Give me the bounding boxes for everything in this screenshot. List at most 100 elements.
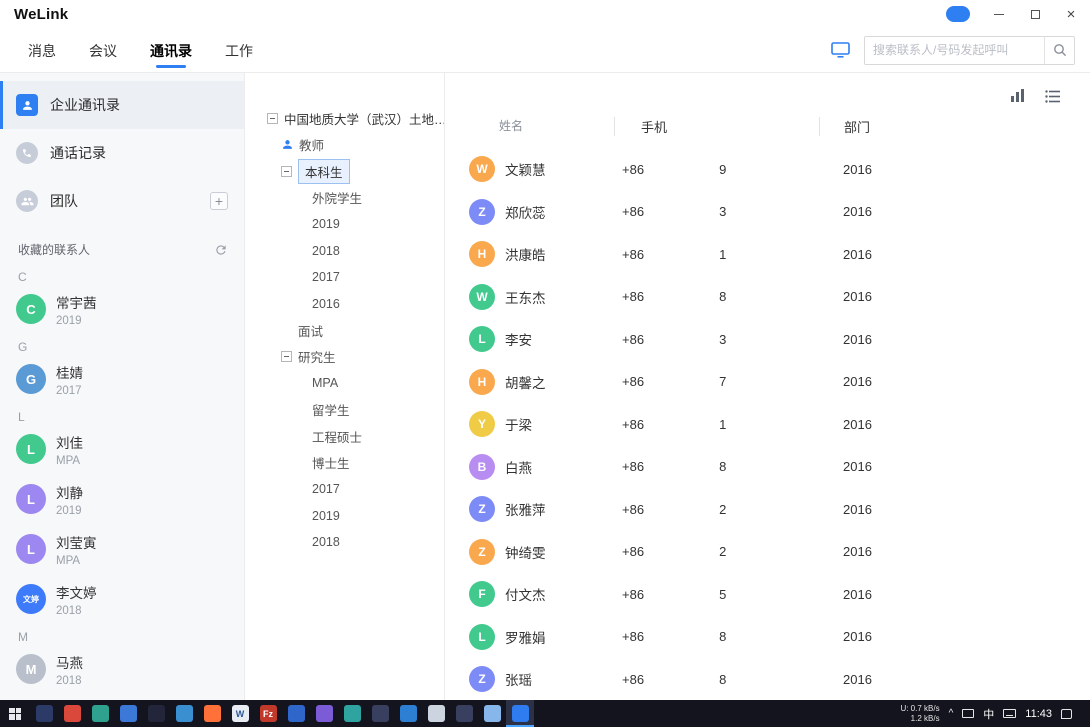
tree-node-teachers[interactable]: 教师 [267,132,444,159]
app-icon [372,705,389,722]
avatar-initial: L [478,630,485,644]
menu-label-enterprise-directory: 企业通讯录 [50,95,120,115]
table-row[interactable]: Y于梁 +861 2016 [457,403,1064,446]
taskbar-app-icon[interactable] [478,700,506,727]
phone-suffix: 7 [719,374,726,389]
taskbar-app-icon[interactable] [58,700,86,727]
network-speed-monitor[interactable]: U: 0.7 kB/s 1.2 kB/s [900,704,939,724]
account-badge[interactable] [946,6,970,22]
table-row[interactable]: B白燕 +868 2016 [457,446,1064,489]
department: 2016 [819,672,1064,687]
tree-node[interactable]: 留学生 [267,397,444,424]
taskbar-app-icon[interactable] [450,700,478,727]
ime-indicator[interactable]: 中 [983,706,994,722]
contact-row[interactable]: L 刘佳 MPA [0,424,244,474]
taskbar-app-icon[interactable] [310,700,338,727]
close-button[interactable]: × [1064,7,1078,21]
phone-suffix: 1 [719,417,726,432]
tree-node[interactable]: 2016 [267,291,444,318]
contact-row[interactable]: 文婷 李文婷 2018 [0,574,244,624]
table-row[interactable]: Z张瑶 +868 2016 [457,658,1064,700]
contact-name: 罗雅娟 [505,627,546,647]
tree-node-undergraduates[interactable]: 本科生 [267,158,444,185]
taskbar-app-icon[interactable] [86,700,114,727]
tray-display-icon[interactable] [962,709,974,718]
tree-node[interactable]: 外院学生 [267,185,444,212]
table-body: W文颖慧 +869 2016 Z郑欣蕊 +863 2016 H洪康皓 +861 … [457,148,1064,700]
collapse-icon[interactable] [267,113,278,124]
contact-row[interactable]: C 常宇茜 2019 [0,284,244,334]
table-row[interactable]: Z郑欣蕊 +863 2016 [457,191,1064,234]
tree-node[interactable]: 工程硕士 [267,423,444,450]
table-row[interactable]: Z钟绮雯 +862 2016 [457,531,1064,574]
action-center-icon[interactable] [1061,709,1072,719]
tree-node[interactable]: 2019 [267,211,444,238]
chart-view-icon[interactable] [1010,89,1025,103]
table-row[interactable]: W文颖慧 +869 2016 [457,148,1064,191]
taskbar-app-icon[interactable] [282,700,310,727]
table-row[interactable]: Z张雅萍 +862 2016 [457,488,1064,531]
phone-prefix: +86 [614,374,644,389]
screen-share-icon[interactable] [831,42,850,59]
contact-row[interactable]: G 桂婧 2017 [0,354,244,404]
tree-node[interactable]: 2017 [267,264,444,291]
sidebar-item-enterprise-directory[interactable]: 企业通讯录 [0,81,244,129]
contact-meta: 李文婷 2018 [56,582,97,617]
taskbar-app-icon[interactable] [338,700,366,727]
clock[interactable]: 11:43 [1025,708,1052,720]
refresh-icon[interactable] [214,243,228,257]
tree-node[interactable]: 2018 [267,238,444,265]
collapse-icon[interactable] [281,166,292,177]
add-team-button[interactable]: + [210,192,228,210]
app-icon [512,705,529,722]
taskbar-app-icon[interactable] [30,700,58,727]
app-icon [120,705,137,722]
collapse-icon[interactable] [281,351,292,362]
start-button[interactable] [0,700,30,727]
contact-name: 钟绮雯 [505,542,546,562]
search-input[interactable] [865,43,1044,57]
tab-meetings[interactable]: 会议 [89,28,117,72]
tree-node[interactable]: MPA [267,370,444,397]
taskbar-app-icon[interactable] [114,700,142,727]
sidebar-item-call-history[interactable]: 通话记录 [0,129,244,177]
tree-node[interactable]: 博士生 [267,450,444,477]
contact-meta: 刘静 2019 [56,482,83,517]
table-row[interactable]: L罗雅娟 +868 2016 [457,616,1064,659]
table-row[interactable]: F付文杰 +865 2016 [457,573,1064,616]
table-row[interactable]: W王东杰 +868 2016 [457,276,1064,319]
taskbar-app-icon[interactable] [170,700,198,727]
tab-work[interactable]: 工作 [225,28,253,72]
tree-node-root[interactable]: 中国地质大学（武汉）土地… [267,105,444,132]
taskbar-welink-icon[interactable] [506,700,534,727]
tree-node-interview[interactable]: 面试 [267,317,444,344]
minimize-button[interactable] [992,7,1006,21]
hidden-icons-chevron[interactable]: ^ [949,708,954,719]
taskbar-app-icon[interactable] [142,700,170,727]
taskbar-word-icon[interactable]: W [226,700,254,727]
tab-contacts[interactable]: 通讯录 [150,28,192,72]
taskbar-app-icon[interactable] [422,700,450,727]
taskbar-app-icon[interactable] [394,700,422,727]
tree-node[interactable]: 2018 [267,529,444,556]
table-row[interactable]: H洪康皓 +861 2016 [457,233,1064,276]
phone-suffix: 8 [719,459,726,474]
contact-row[interactable]: L 刘静 2019 [0,474,244,524]
tree-node-graduates[interactable]: 研究生 [267,344,444,371]
list-view-icon[interactable] [1045,90,1060,103]
tree-node[interactable]: 2017 [267,476,444,503]
taskbar-filezilla-icon[interactable]: Fz [254,700,282,727]
tree-node[interactable]: 2019 [267,503,444,530]
tab-messages[interactable]: 消息 [28,28,56,72]
contact-row[interactable]: L 刘莹寅 MPA [0,524,244,574]
search-button[interactable] [1044,37,1074,64]
contact-row[interactable]: M 马燕 2018 [0,644,244,694]
maximize-button[interactable] [1028,7,1042,21]
taskbar-firefox-icon[interactable] [198,700,226,727]
contact-name: 刘佳 [56,432,83,452]
touch-keyboard-icon[interactable] [1003,709,1016,718]
taskbar-app-icon[interactable] [366,700,394,727]
table-row[interactable]: H胡馨之 +867 2016 [457,361,1064,404]
sidebar-item-teams[interactable]: 团队 + [0,177,244,225]
table-row[interactable]: L李安 +863 2016 [457,318,1064,361]
